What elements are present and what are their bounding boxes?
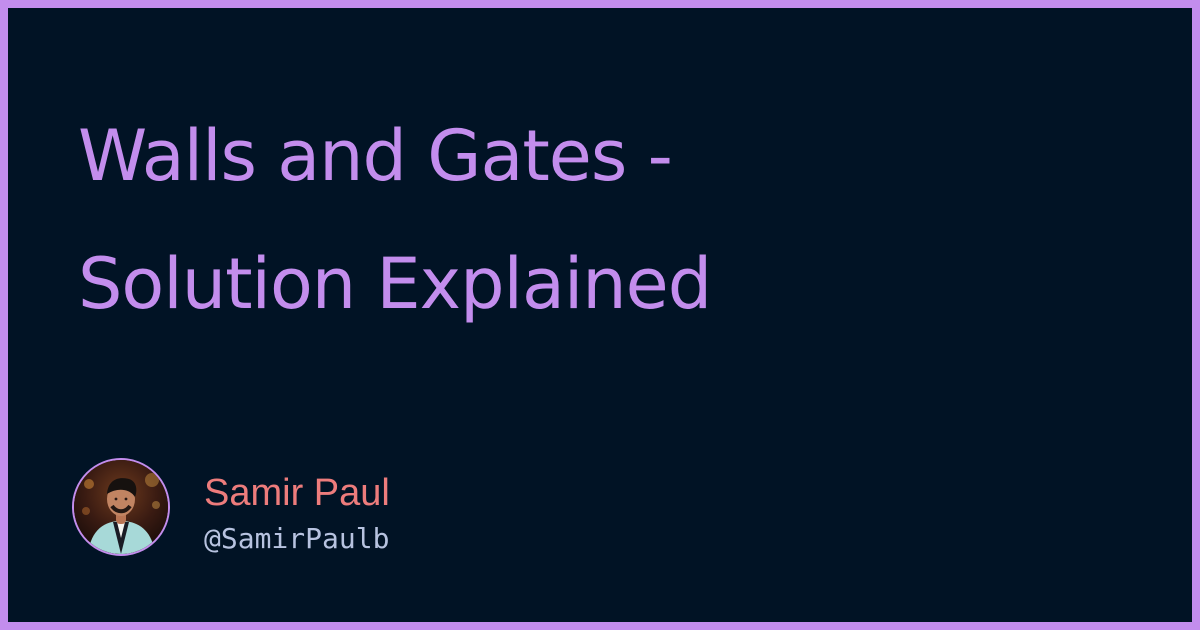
avatar xyxy=(72,458,170,556)
social-card: Walls and Gates - Solution Explained Sam… xyxy=(0,0,1200,630)
title-line-2: Solution Explained xyxy=(78,243,712,325)
person-avatar-icon xyxy=(74,460,168,554)
author-block: Samir Paul @SamirPaulb xyxy=(72,458,672,568)
title-line-1: Walls and Gates - xyxy=(78,115,673,197)
author-name: Samir Paul xyxy=(204,472,390,514)
author-handle: @SamirPaulb xyxy=(204,522,390,555)
page-title: Walls and Gates - Solution Explained xyxy=(78,92,978,348)
